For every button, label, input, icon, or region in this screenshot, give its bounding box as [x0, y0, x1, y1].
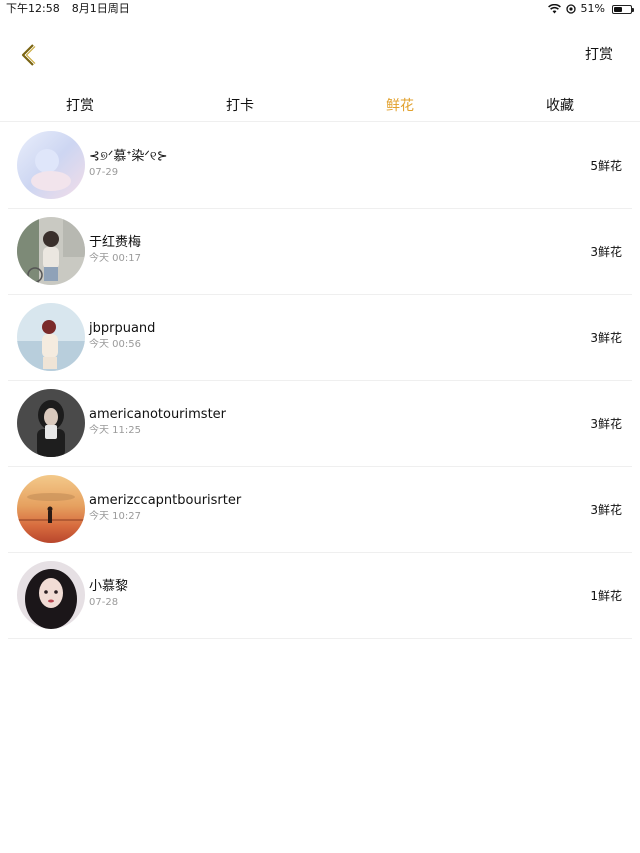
- battery-fill: [614, 6, 622, 12]
- avatar[interactable]: [17, 561, 85, 629]
- flower-count: 3鲜花: [590, 331, 622, 345]
- avatar[interactable]: [17, 217, 85, 285]
- user-name: ⊰୭ᐟ慕ᐩ染ᐟ୧⊱: [89, 149, 168, 164]
- timestamp: 今天 10:27: [89, 511, 141, 522]
- nav-bar: 打赏: [0, 18, 640, 90]
- list-item-info: amerizccapntbourisrter 今天 10:27: [89, 492, 241, 523]
- list-item[interactable]: amerizccapntbourisrter 今天 10:27 3鲜花: [8, 467, 632, 553]
- reward-button[interactable]: 打赏: [585, 44, 613, 64]
- list-item[interactable]: americanotourimster 今天 11:25 3鲜花: [8, 381, 632, 467]
- list-item[interactable]: 小慕黎 07-28 1鲜花: [8, 553, 632, 639]
- battery-percent: 51%: [580, 2, 605, 15]
- list-item[interactable]: jbprpuand 今天 00:56 3鲜花: [8, 295, 632, 381]
- status-time: 下午12:58: [6, 2, 60, 15]
- avatar[interactable]: [17, 389, 85, 457]
- list-item-info: 小慕黎 07-28: [89, 578, 128, 609]
- avatar[interactable]: [17, 131, 85, 199]
- tab-flowers[interactable]: 鲜花: [320, 90, 480, 121]
- user-name: 小慕黎: [89, 579, 129, 594]
- flower-count: 5鲜花: [590, 159, 622, 173]
- tab-reward[interactable]: 打赏: [0, 90, 160, 121]
- status-bar: 下午12:58 8月1日周日 51%: [0, 0, 640, 18]
- status-left: 下午12:58 8月1日周日: [6, 0, 142, 18]
- tab-bar: 打赏 打卡 鲜花 收藏: [0, 90, 640, 122]
- flower-count: 3鲜花: [590, 503, 622, 517]
- flower-count: 3鲜花: [590, 417, 622, 431]
- list-item-info: americanotourimster 今天 11:25: [89, 406, 226, 437]
- list-item-info: ⊰୭ᐟ慕ᐩ染ᐟ୧⊱ 07-29: [89, 148, 168, 179]
- avatar[interactable]: [17, 303, 85, 371]
- timestamp: 今天 00:56: [89, 339, 141, 350]
- battery-icon: [612, 4, 634, 14]
- flower-count: 3鲜花: [590, 245, 622, 259]
- status-date: 8月1日周日: [71, 2, 130, 15]
- back-button[interactable]: [14, 40, 44, 70]
- tab-checkin[interactable]: 打卡: [160, 90, 320, 121]
- user-name: amerizccapntbourisrter: [89, 493, 242, 508]
- user-name: jbprpuand: [89, 321, 156, 336]
- list-item[interactable]: 于红赉梅 今天 00:17 3鲜花: [8, 209, 632, 295]
- timestamp: 今天 00:17: [89, 253, 141, 264]
- user-name: americanotourimster: [89, 407, 227, 422]
- flower-count: 1鲜花: [590, 589, 622, 603]
- list-item-info: 于红赉梅 今天 00:17: [89, 234, 141, 265]
- user-name: 于红赉梅: [89, 235, 142, 250]
- chevron-left-icon: [14, 40, 44, 70]
- flower-list: ⊰୭ᐟ慕ᐩ染ᐟ୧⊱ 07-29 5鲜花 于红赉梅 今天 00:17 3鲜花 jb…: [8, 123, 632, 639]
- wifi-icon: [547, 4, 561, 14]
- timestamp: 今天 11:25: [89, 425, 141, 436]
- list-item-info: jbprpuand 今天 00:56: [89, 320, 155, 351]
- avatar[interactable]: [17, 475, 85, 543]
- list-item[interactable]: ⊰୭ᐟ慕ᐩ染ᐟ୧⊱ 07-29 5鲜花: [8, 123, 632, 209]
- timestamp: 07-29: [89, 167, 119, 178]
- tab-favorites[interactable]: 收藏: [480, 90, 640, 121]
- timestamp: 07-28: [89, 597, 119, 608]
- location-icon: [565, 4, 576, 14]
- status-right: 51%: [547, 0, 634, 18]
